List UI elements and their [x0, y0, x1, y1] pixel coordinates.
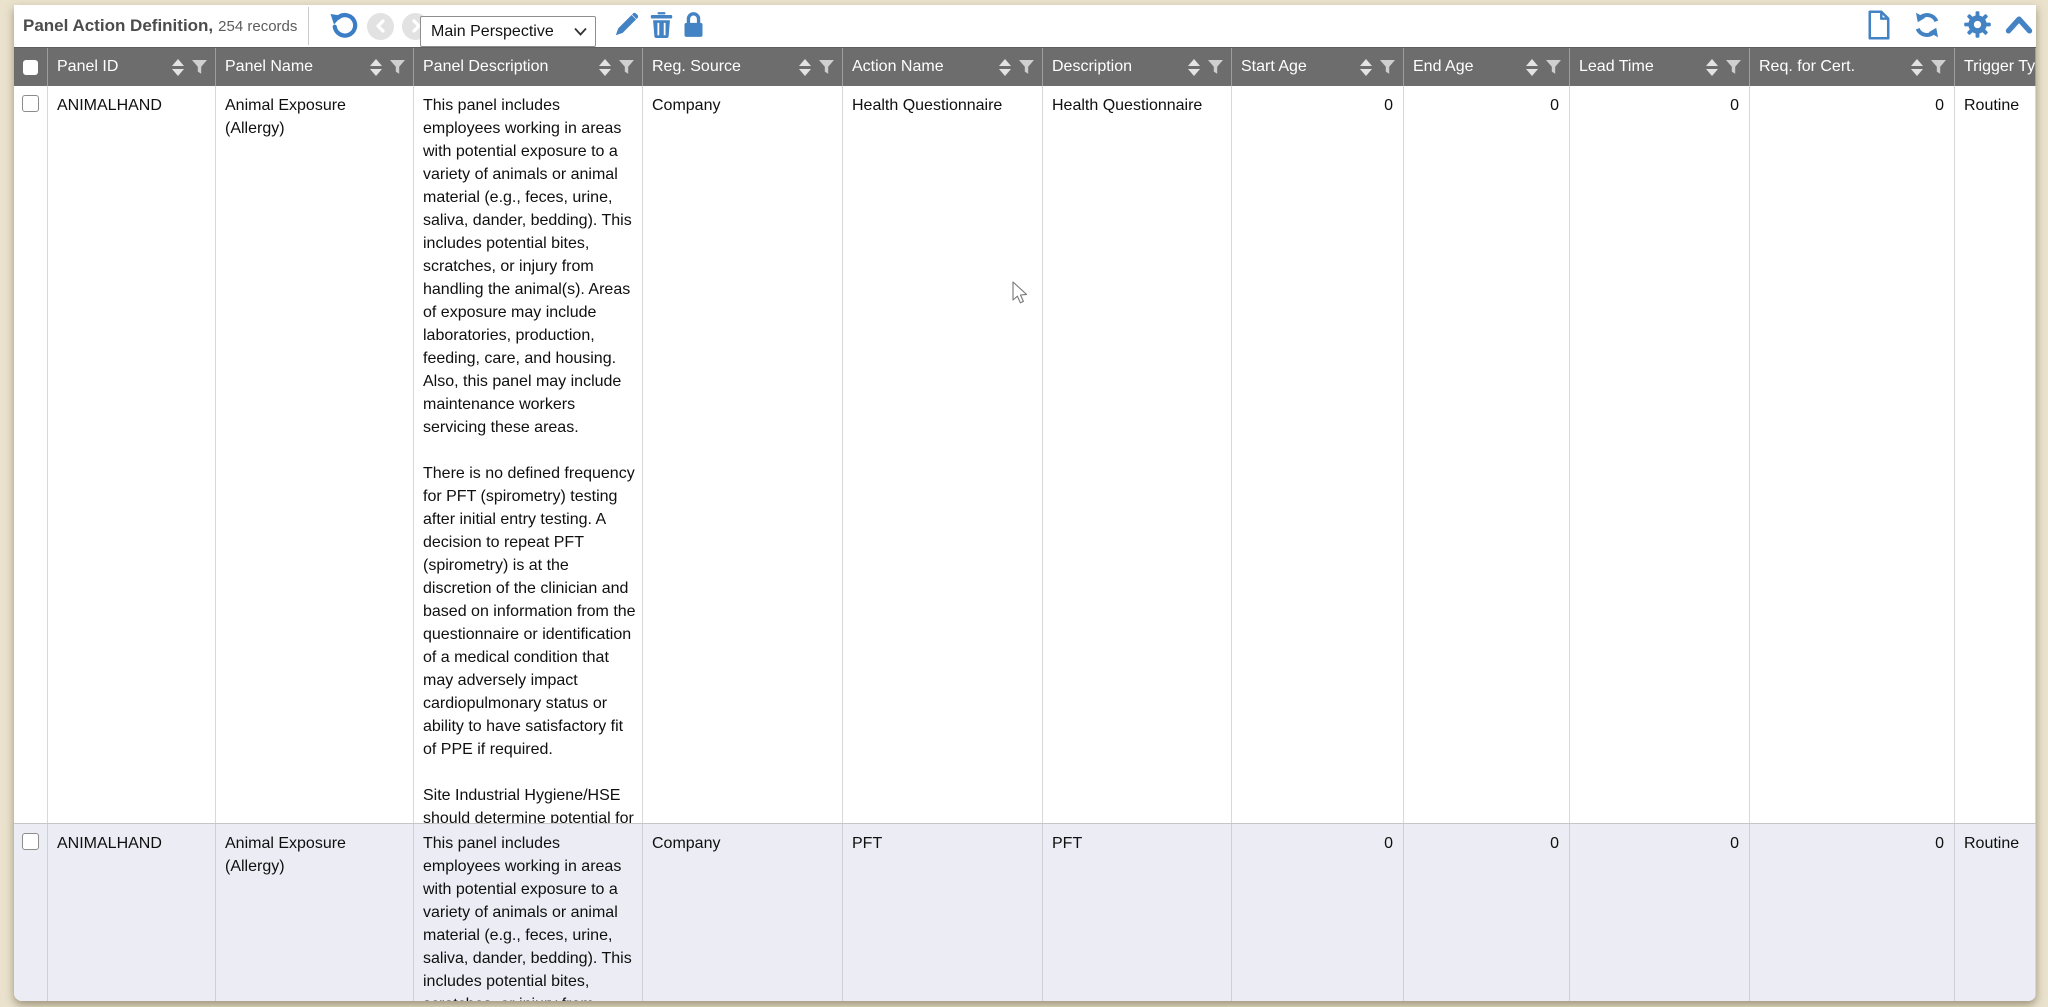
- column-label: Lead Time: [1579, 58, 1654, 75]
- cell-trigger-type: Routine: [1955, 86, 2036, 823]
- table-row[interactable]: ANIMALHAND Animal Exposure (Allergy) Thi…: [14, 823, 2036, 1001]
- cell-panel-description: This panel includes employees working in…: [414, 824, 643, 1001]
- cell-panel-id: ANIMALHAND: [48, 824, 216, 1001]
- filter-icon[interactable]: [618, 59, 635, 75]
- select-all-checkbox[interactable]: [14, 48, 48, 86]
- column-header-action-name[interactable]: Action Name: [843, 48, 1043, 86]
- document-icon: [1866, 9, 1892, 43]
- delete-button[interactable]: [646, 5, 676, 47]
- perspective-value: Main Perspective: [431, 22, 554, 40]
- refresh-icon: [1912, 10, 1942, 43]
- filter-icon[interactable]: [1379, 59, 1396, 75]
- cell-end-age: 0: [1404, 86, 1570, 823]
- sort-icon[interactable]: [1526, 58, 1538, 76]
- record-count: 254 records: [218, 17, 298, 35]
- filter-icon[interactable]: [1930, 59, 1947, 75]
- trash-icon: [649, 11, 674, 41]
- chevron-up-icon: [2005, 14, 2033, 39]
- sort-icon[interactable]: [999, 58, 1011, 76]
- lock-icon: [681, 11, 706, 41]
- sort-icon[interactable]: [370, 58, 382, 76]
- column-header-panel-description[interactable]: Panel Description: [414, 48, 643, 86]
- chevron-down-icon: [574, 27, 595, 36]
- column-label: Panel Description: [423, 58, 549, 75]
- filter-icon[interactable]: [1725, 59, 1742, 75]
- cell-req-for-cert: 0: [1750, 824, 1955, 1001]
- perspective-dropdown[interactable]: Main Perspective: [420, 16, 596, 47]
- cell-panel-name: Animal Exposure (Allergy): [216, 824, 414, 1001]
- column-label: End Age: [1413, 58, 1474, 75]
- sort-icon[interactable]: [172, 58, 184, 76]
- cell-lead-time: 0: [1570, 824, 1750, 1001]
- sort-icon[interactable]: [1706, 58, 1718, 76]
- cell-req-for-cert: 0: [1750, 86, 1955, 823]
- table-header-row: Panel ID Panel Name Panel Description Re…: [14, 47, 2036, 86]
- undo-button[interactable]: [328, 5, 360, 47]
- sort-icon[interactable]: [1360, 58, 1372, 76]
- cell-panel-id: ANIMALHAND: [48, 86, 216, 823]
- sort-icon[interactable]: [1188, 58, 1200, 76]
- app-window: Panel Action Definition, 254 records Mai…: [14, 5, 2036, 1001]
- column-header-start-age[interactable]: Start Age: [1232, 48, 1404, 86]
- cell-lead-time: 0: [1570, 86, 1750, 823]
- column-header-lead-time[interactable]: Lead Time: [1570, 48, 1750, 86]
- column-label: Description: [1052, 58, 1133, 75]
- edit-button[interactable]: [610, 5, 642, 47]
- table-row[interactable]: ANIMALHAND Animal Exposure (Allergy) Thi…: [14, 86, 2036, 823]
- panel-title: Panel Action Definition,: [23, 16, 214, 35]
- column-label: Start Age: [1241, 58, 1307, 75]
- new-document-button[interactable]: [1864, 5, 1894, 47]
- filter-icon[interactable]: [1207, 59, 1224, 75]
- row-checkbox[interactable]: [22, 833, 39, 850]
- page-title: Panel Action Definition, 254 records: [23, 5, 297, 47]
- collapse-button[interactable]: [2002, 5, 2036, 47]
- row-checkbox[interactable]: [22, 95, 39, 112]
- column-label: Panel ID: [57, 58, 119, 75]
- column-header-description[interactable]: Description: [1043, 48, 1232, 86]
- filter-icon[interactable]: [1545, 59, 1562, 75]
- column-label: Panel Name: [225, 58, 314, 75]
- lock-button[interactable]: [678, 5, 708, 47]
- column-header-req-for-cert[interactable]: Req. for Cert.: [1750, 48, 1955, 86]
- cell-reg-source: Company: [643, 86, 843, 823]
- cell-trigger-type: Routine: [1955, 824, 2036, 1001]
- filter-icon[interactable]: [191, 59, 208, 75]
- filter-icon[interactable]: [818, 59, 835, 75]
- filter-icon[interactable]: [1018, 59, 1035, 75]
- column-header-panel-name[interactable]: Panel Name: [216, 48, 414, 86]
- column-label: Reg. Source: [652, 58, 741, 75]
- cell-action-name: PFT: [843, 824, 1043, 1001]
- cell-start-age: 0: [1232, 86, 1404, 823]
- cell-end-age: 0: [1404, 824, 1570, 1001]
- column-label: Trigger Type: [1964, 58, 2036, 75]
- filter-icon[interactable]: [389, 59, 406, 75]
- settings-button[interactable]: [1960, 5, 1994, 47]
- gear-icon: [1963, 10, 1992, 42]
- toolbar: Panel Action Definition, 254 records Mai…: [14, 5, 2036, 47]
- cell-panel-name: Animal Exposure (Allergy): [216, 86, 414, 823]
- table-body: ANIMALHAND Animal Exposure (Allergy) Thi…: [14, 86, 2036, 1001]
- pencil-icon: [613, 11, 640, 41]
- cell-description: PFT: [1043, 824, 1232, 1001]
- column-header-reg-source[interactable]: Reg. Source: [643, 48, 843, 86]
- cell-action-name: Health Questionnaire: [843, 86, 1043, 823]
- column-label: Req. for Cert.: [1759, 58, 1856, 75]
- toolbar-divider: [308, 7, 309, 45]
- sort-icon[interactable]: [599, 58, 611, 76]
- cell-panel-description: This panel includes employees working in…: [414, 86, 643, 823]
- column-header-panel-id[interactable]: Panel ID: [48, 48, 216, 86]
- undo-icon: [329, 10, 359, 43]
- sort-icon[interactable]: [1911, 58, 1923, 76]
- cell-description: Health Questionnaire: [1043, 86, 1232, 823]
- sort-icon[interactable]: [799, 58, 811, 76]
- cell-start-age: 0: [1232, 824, 1404, 1001]
- chevron-left-icon: [367, 12, 394, 40]
- column-header-end-age[interactable]: End Age: [1404, 48, 1570, 86]
- previous-button[interactable]: [365, 5, 396, 47]
- refresh-button[interactable]: [1910, 5, 1944, 47]
- column-header-trigger-type[interactable]: Trigger Type: [1955, 48, 2036, 86]
- checkbox-icon: [23, 59, 38, 75]
- cell-reg-source: Company: [643, 824, 843, 1001]
- column-label: Action Name: [852, 58, 944, 75]
